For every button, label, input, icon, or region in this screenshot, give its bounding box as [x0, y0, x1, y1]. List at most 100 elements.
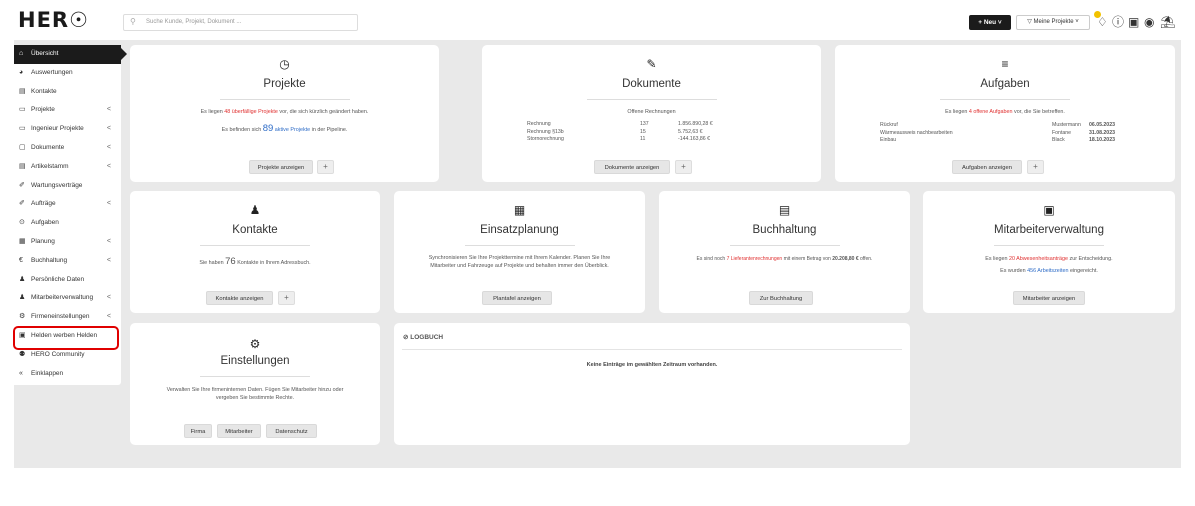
hero-logo[interactable]: HER☉ — [18, 8, 89, 32]
sidebar-item-wartungsvertraege[interactable]: ✐ Wartungsverträge — [14, 177, 121, 196]
sidebar-item-label: HERO Community — [31, 350, 85, 358]
sidebar-item-label: Buchhaltung — [31, 256, 68, 264]
open-tasks-link[interactable]: 4 offene Aufgaben — [969, 109, 1013, 115]
mitarbeiter-button[interactable]: Mitarbeiter — [217, 424, 261, 438]
sidebar-item-buchhaltung[interactable]: € Buchhaltung < — [14, 252, 121, 271]
card-title: Mitarbeiterverwaltung — [994, 224, 1104, 236]
sidebar-item-label: Kontakte — [31, 87, 57, 95]
settings-description: Verwalten Sie Ihre firmeninternen Daten.… — [166, 387, 344, 393]
invoice-amounts: 1.856.890,28 € 5.752,63 € -144.163,86 € — [678, 121, 713, 144]
sidebar-item-kontakte[interactable]: ▤ Kontakte — [14, 83, 121, 102]
divider — [200, 245, 310, 246]
row-label: Rechnung §13b — [527, 128, 564, 135]
sidebar-item-einklappen[interactable]: « Einklappen — [14, 365, 121, 384]
work-times-link[interactable]: 456 Arbeitszeiten — [1027, 268, 1068, 274]
row-amount: -144.163,86 € — [678, 136, 711, 142]
new-button[interactable]: + Neu ˅ — [969, 15, 1011, 30]
einstellungen-card: ⚙ Einstellungen Verwalten Sie Ihre firme… — [130, 323, 380, 445]
projekte-anzeigen-button[interactable]: Projekte anzeigen — [249, 160, 313, 174]
open-amount: 20.208,80 € — [832, 256, 859, 262]
text: Kontakte in Ihrem Adressbuch. — [235, 260, 311, 266]
sidebar-icon: ♟ — [19, 294, 26, 302]
globe-icon[interactable]: ◉ — [1144, 15, 1154, 29]
overdue-projects-link[interactable]: 48 überfällige Projekte — [224, 109, 278, 115]
add-document-button[interactable]: + — [675, 160, 692, 174]
kontakte-anzeigen-button[interactable]: Kontakte anzeigen — [206, 291, 273, 305]
aufgaben-card: ≡ Aufgaben Es liegen 4 offene Aufgaben v… — [835, 45, 1175, 182]
supplier-invoices-link[interactable]: 7 Lieferantenrechnungen — [727, 256, 783, 262]
absence-requests-link[interactable]: 20 Abwesenheitsanträge — [1009, 256, 1068, 262]
bell-icon[interactable]: ♢ — [1097, 15, 1108, 29]
sidebar-icon: ⚙ — [19, 313, 26, 321]
logbuch-title: ⊘ LOGBUCH — [403, 334, 444, 341]
firma-button[interactable]: Firma — [184, 424, 212, 438]
plantafel-anzeigen-button[interactable]: Plantafel anzeigen — [482, 291, 552, 305]
projects-filter-dropdown[interactable]: ▽ Meine Projekte ˅ — [1016, 15, 1090, 30]
open-tasks-text: Es liegen 4 offene Aufgaben vor, die Sie… — [835, 109, 1175, 115]
sidebar-item-persoenliche-daten[interactable]: ♟ Persönliche Daten — [14, 271, 121, 290]
sidebar-item-label: Projekte — [31, 106, 55, 114]
sidebar-item-ingenieur-projekte[interactable]: ▭ Ingenieur Projekte < — [14, 120, 121, 139]
task-dates: 06.05.2023 31.08.2023 18.10.2023 — [1089, 122, 1115, 145]
sidebar-item-dokumente[interactable]: ▢ Dokumente < — [14, 139, 121, 158]
card-title: Projekte — [263, 78, 306, 90]
gift-icon[interactable]: ▣ — [1128, 15, 1139, 29]
aufgaben-anzeigen-button[interactable]: Aufgaben anzeigen — [952, 160, 1022, 174]
sidebar-item-uebersicht[interactable]: ⌂ Übersicht — [14, 45, 127, 64]
text: Sie haben — [199, 260, 226, 266]
task-link[interactable]: Einbau — [880, 137, 953, 145]
sidebar-icon: € — [19, 256, 23, 264]
sidebar-item-firmeneinstellungen[interactable]: ⚙ Firmeneinstellungen < — [14, 308, 121, 327]
task-person: Fontane — [1052, 129, 1072, 136]
row-amount: 1.856.890,28 € — [678, 121, 713, 127]
planning-description: Synchronisieren Sie Ihre Projekttermine … — [428, 255, 611, 261]
open-invoices-link[interactable]: Offene Rechnungen — [482, 109, 821, 115]
sidebar-item-label: Übersicht — [31, 50, 59, 57]
sidebar-item-planung[interactable]: ▦ Planung < — [14, 233, 121, 252]
task-names: Rückruf Wärmeausweis nachbearbeiten Einb… — [880, 122, 953, 145]
sidebar-item-artikelstamm[interactable]: ▤ Artikelstamm < — [14, 158, 121, 177]
chevron-icon: < — [106, 313, 111, 321]
work-times-text: Es wurden 456 Arbeitszeiten eingereicht. — [923, 268, 1175, 274]
overdue-projects-text: Es liegen 48 überfällige Projekte vor, d… — [130, 109, 439, 115]
datenschutz-button[interactable]: Datenschutz — [266, 424, 317, 438]
gear-icon: ⚙ — [249, 337, 261, 351]
search-placeholder: Suche Kunde, Projekt, Dokument ... — [146, 19, 242, 25]
ledger-icon: ▤ — [778, 203, 791, 217]
bank-icon[interactable]: ⛱ — [1160, 15, 1175, 29]
add-contact-button[interactable]: + — [278, 291, 295, 305]
card-title: Dokumente — [622, 78, 681, 90]
task-link[interactable]: Wärmeausweis nachbearbeiten — [880, 130, 953, 138]
add-task-button[interactable]: + — [1027, 160, 1044, 174]
search-input[interactable]: ⚲ Suche Kunde, Projekt, Dokument ... — [123, 14, 358, 31]
task-link[interactable]: Rückruf — [880, 122, 953, 130]
divider — [994, 245, 1104, 246]
sidebar-item-label: Dokumente — [31, 143, 65, 151]
text: offen. — [858, 256, 873, 262]
text: Es liegen — [985, 256, 1009, 262]
active-projects-link[interactable]: aktive Projekte — [273, 127, 310, 133]
chevron-icon: < — [106, 125, 111, 133]
add-project-button[interactable]: + — [317, 160, 334, 174]
help-icon[interactable]: ⓘ — [1112, 15, 1124, 29]
sidebar-item-label: Artikelstamm — [31, 162, 69, 170]
task-date: 06.05.2023 — [1089, 122, 1115, 128]
chevron-icon: < — [106, 200, 111, 208]
divider — [940, 99, 1070, 100]
sidebar-item-auftraege[interactable]: ✐ Aufträge < — [14, 195, 121, 214]
sidebar-item-aufgaben[interactable]: ⊙ Aufgaben — [14, 214, 121, 233]
zur-buchhaltung-button[interactable]: Zur Buchhaltung — [749, 291, 813, 305]
sidebar-item-mitarbeiterverwaltung[interactable]: ♟ Mitarbeiterverwaltung < — [14, 289, 121, 308]
text: mit einem Betrag von — [782, 256, 833, 262]
mitarbeiter-anzeigen-button[interactable]: Mitarbeiter anzeigen — [1013, 291, 1085, 305]
edit-icon: ✎ — [646, 57, 657, 71]
sidebar-item-label: Firmeneinstellungen — [31, 313, 90, 321]
card-title: Kontakte — [232, 224, 278, 236]
task-person: Black — [1052, 137, 1065, 143]
dokumente-anzeigen-button[interactable]: Dokumente anzeigen — [594, 160, 670, 174]
text: in der Pipeline. — [310, 127, 348, 133]
supplier-invoices-text: Es sind noch 7 Lieferantenrechnungen mit… — [659, 256, 910, 262]
row-label: Stornorechnung — [527, 136, 564, 142]
sidebar-item-auswertungen[interactable]: ◕ Auswertungen — [14, 64, 121, 83]
sidebar-item-projekte[interactable]: ▭ Projekte < — [14, 101, 121, 120]
